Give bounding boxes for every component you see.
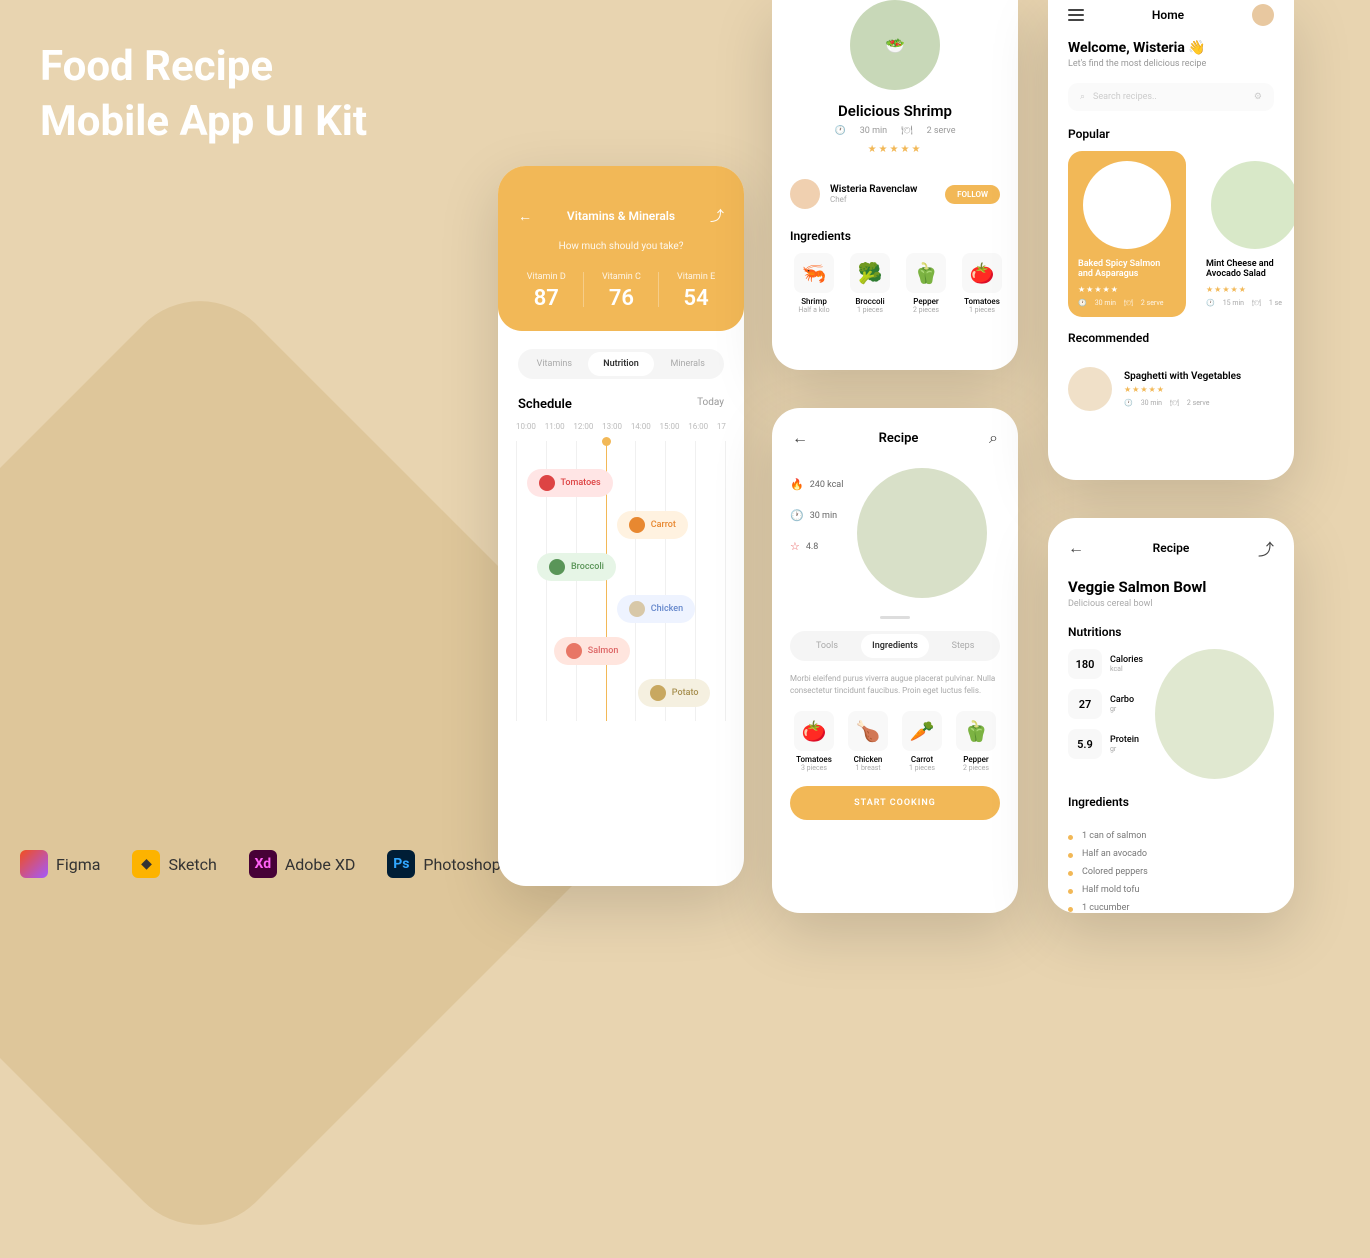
page-title: Vitamins & Minerals bbox=[567, 209, 675, 223]
food-pill-salmon[interactable]: Salmon bbox=[554, 637, 631, 665]
recipe-description: Morbi eleifend purus viverra augue place… bbox=[772, 673, 1018, 697]
back-icon[interactable]: ← bbox=[792, 428, 808, 448]
xd-label: Adobe XD bbox=[285, 855, 356, 874]
nutritions-title: Nutritions bbox=[1048, 625, 1294, 649]
page-title: Recipe bbox=[879, 431, 919, 446]
recipe-screen: ← Recipe ⌕ 🔥240 kcal 🕐30 min ☆4.8 Tools … bbox=[772, 408, 1018, 913]
food-pill-potato[interactable]: Potato bbox=[638, 679, 711, 707]
recipe-name: Veggie Salmon Bowl bbox=[1048, 578, 1294, 596]
recipe-detail-2-screen: ← Recipe ⤴ Veggie Salmon Bowl Delicious … bbox=[1048, 518, 1294, 913]
welcome-text: Welcome, Wisteria 👋 bbox=[1048, 40, 1294, 56]
tab-steps[interactable]: Steps bbox=[929, 634, 997, 658]
tab-tools[interactable]: Tools bbox=[793, 634, 861, 658]
serve-icon: 🍽 bbox=[901, 126, 912, 136]
nutrition-row: 180Calorieskcal bbox=[1068, 649, 1143, 679]
rating-stars: ★★★★★ bbox=[772, 144, 1018, 155]
sketch-icon: ◆ bbox=[132, 850, 160, 878]
chef-row: Wisteria RavenclawChef FOLLOW bbox=[772, 169, 1018, 219]
ingredient-item[interactable]: 🍗Chicken1 breast bbox=[844, 711, 892, 772]
clock-icon: 🕐 bbox=[835, 126, 846, 136]
recipe-image: 🥗 bbox=[850, 0, 940, 90]
stat-label: Vitamin D bbox=[527, 272, 566, 282]
timeline-labels: 10:0011:0012:0013:0014:0015:0016:0017 bbox=[498, 422, 744, 431]
schedule-chart: Tomatoes Carrot Broccoli Chicken Salmon … bbox=[516, 441, 726, 721]
back-icon[interactable]: ← bbox=[1068, 538, 1084, 558]
tab-ingredients[interactable]: Ingredients bbox=[861, 634, 929, 658]
user-avatar[interactable] bbox=[1252, 4, 1274, 26]
tab-vitamins[interactable]: Vitamins bbox=[521, 352, 588, 376]
popular-title: Popular bbox=[1048, 127, 1294, 151]
subtitle: How much should you take? bbox=[518, 241, 724, 252]
drag-handle[interactable] bbox=[880, 616, 910, 619]
clock-icon: 🕐 bbox=[790, 509, 804, 522]
food-pill-carrot[interactable]: Carrot bbox=[617, 511, 688, 539]
ps-label: Photoshop bbox=[423, 855, 500, 874]
nutrition-row: 5.9Proteingr bbox=[1068, 729, 1143, 759]
ingredient-item[interactable]: 🥕Carrot1 pieces bbox=[898, 711, 946, 772]
chef-avatar[interactable] bbox=[790, 179, 820, 209]
stat-label: Vitamin C bbox=[602, 272, 641, 282]
recipe-card[interactable]: Baked Spicy Salmon and Asparagus ★★★★★ 🕐… bbox=[1068, 151, 1186, 317]
stat-value: 87 bbox=[527, 286, 566, 311]
xd-icon: Xd bbox=[249, 850, 277, 878]
vitamins-screen: ← Vitamins & Minerals ⤴ How much should … bbox=[498, 166, 744, 886]
tab-minerals[interactable]: Minerals bbox=[654, 352, 721, 376]
follow-button[interactable]: FOLLOW bbox=[945, 185, 1000, 204]
share-icon[interactable]: ⤴ bbox=[710, 206, 724, 226]
food-pill-broccoli[interactable]: Broccoli bbox=[537, 553, 616, 581]
today-label[interactable]: Today bbox=[697, 397, 724, 412]
recipe-subtitle: Delicious cereal bowl bbox=[1048, 599, 1294, 609]
sketch-label: Sketch bbox=[168, 855, 216, 874]
recommended-item[interactable]: Spaghetti with Vegetables ★★★★★ 🕐30 min🍽… bbox=[1048, 355, 1294, 423]
back-icon[interactable]: ← bbox=[518, 208, 532, 225]
ingredients-title: Ingredients bbox=[1048, 779, 1294, 819]
chef-name: Wisteria Ravenclaw bbox=[830, 184, 917, 195]
recommended-title: Recommended bbox=[1048, 317, 1294, 355]
search-icon: ⌕ bbox=[1080, 92, 1085, 102]
welcome-subtitle: Let's find the most delicious recipe bbox=[1048, 59, 1294, 69]
recipe-image bbox=[857, 468, 987, 598]
food-pill-chicken[interactable]: Chicken bbox=[617, 595, 695, 623]
tab-nutrition[interactable]: Nutrition bbox=[588, 352, 655, 376]
recipe-image bbox=[1155, 649, 1274, 779]
nutrition-row: 27Carbogr bbox=[1068, 689, 1143, 719]
search-input[interactable]: ⌕Search recipes..⚙ bbox=[1068, 83, 1274, 111]
ingredients-list: 1 can of salmon Half an avocado Colored … bbox=[1048, 819, 1294, 913]
stat-value: 54 bbox=[677, 286, 715, 311]
tools-list: Figma ◆ Sketch Xd Adobe XD Ps Photoshop bbox=[20, 850, 501, 878]
ingredient-item[interactable]: 🍅Tomatoes1 pieces bbox=[958, 253, 1006, 314]
tabs: Vitamins Nutrition Minerals bbox=[518, 349, 724, 379]
page-title: Home bbox=[1152, 8, 1184, 22]
food-pill-tomato[interactable]: Tomatoes bbox=[527, 469, 613, 497]
stat-value: 76 bbox=[602, 286, 641, 311]
recipe-detail-screen: 🥗 Delicious Shrimp 🕐30 min🍽2 serve ★★★★★… bbox=[772, 0, 1018, 370]
ps-icon: Ps bbox=[387, 850, 415, 878]
search-icon[interactable]: ⌕ bbox=[989, 428, 998, 448]
start-cooking-button[interactable]: START COOKING bbox=[790, 786, 1000, 820]
recipe-title: Delicious Shrimp bbox=[772, 102, 1018, 120]
chef-role: Chef bbox=[830, 195, 917, 204]
stat-label: Vitamin E bbox=[677, 272, 715, 282]
star-icon: ☆ bbox=[790, 540, 800, 553]
ingredient-item[interactable]: 🫑Pepper2 pieces bbox=[902, 253, 950, 314]
ingredient-item[interactable]: 🥦Broccoli1 pieces bbox=[846, 253, 894, 314]
schedule-title: Schedule bbox=[518, 397, 572, 412]
figma-label: Figma bbox=[56, 855, 100, 874]
page-title: Recipe bbox=[1153, 541, 1190, 555]
recipe-card[interactable]: Mint Cheese and Avocado Salad ★★★★★ 🕐15 … bbox=[1196, 151, 1294, 317]
ingredients-title: Ingredients bbox=[772, 219, 1018, 253]
home-screen: Home Welcome, Wisteria 👋 Let's find the … bbox=[1048, 0, 1294, 480]
figma-icon bbox=[20, 850, 48, 878]
menu-icon[interactable] bbox=[1068, 9, 1084, 21]
ingredient-item[interactable]: 🍅Tomatoes3 pieces bbox=[790, 711, 838, 772]
filter-icon[interactable]: ⚙ bbox=[1254, 92, 1262, 102]
ingredient-item[interactable]: 🦐ShrimpHalf a kilo bbox=[790, 253, 838, 314]
recipe-thumb bbox=[1068, 367, 1112, 411]
share-icon[interactable]: ⤴ bbox=[1258, 536, 1274, 560]
ingredient-item[interactable]: 🫑Pepper2 pieces bbox=[952, 711, 1000, 772]
fire-icon: 🔥 bbox=[790, 478, 804, 491]
main-title: Food RecipeMobile App UI Kit bbox=[40, 40, 367, 149]
